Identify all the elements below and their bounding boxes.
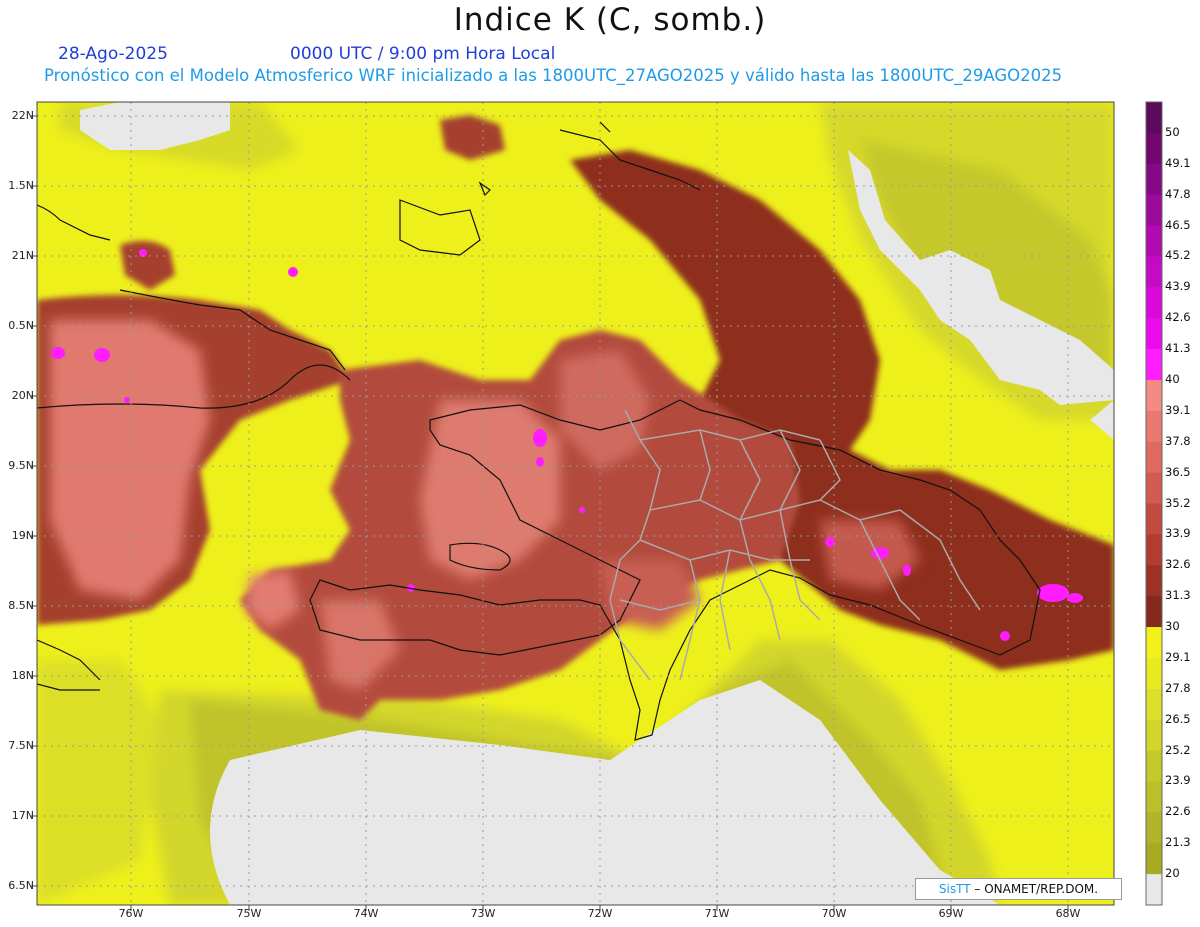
colorbar-swatch: [1146, 843, 1162, 875]
colorbar-tick-label: 29.1: [1165, 649, 1191, 664]
lat-label: 21N: [11, 249, 34, 262]
colorbar-tick-label: 37.8: [1165, 433, 1191, 448]
colorbar-swatch: [1146, 657, 1162, 690]
lon-label: 69W: [938, 907, 964, 920]
colorbar-tick-label: 49.1: [1165, 155, 1191, 170]
colorbar-swatch: [1146, 688, 1162, 721]
colorbar-tick-label: 43.9: [1165, 279, 1191, 294]
colorbar-tick-label: 21.3: [1165, 835, 1191, 850]
lat-label: 17N: [11, 809, 34, 822]
colorbar-swatch: [1146, 596, 1162, 628]
lon-label: 74W: [353, 907, 379, 920]
colorbar-tick-label: 41.3: [1165, 341, 1191, 356]
colorbar-swatch: [1146, 102, 1162, 134]
lat-label: 0.5N: [8, 319, 34, 332]
colorbar-tick-label: 22.6: [1165, 804, 1191, 819]
colorbar-swatch: [1146, 441, 1162, 474]
colorbar-swatch: [1146, 379, 1162, 412]
lon-label: 71W: [704, 907, 730, 920]
colorbar-tick-label: 20: [1165, 866, 1180, 881]
colorbar-swatch: [1146, 225, 1162, 257]
lat-label: 20N: [11, 389, 34, 402]
lon-label: 75W: [236, 907, 262, 920]
colorbar-swatch: [1146, 503, 1162, 535]
credit-brand: SisTT: [938, 882, 971, 896]
colorbar-swatch: [1146, 132, 1162, 165]
lat-label: 22N: [11, 109, 34, 122]
lon-label: 72W: [587, 907, 613, 920]
lat-label: 1.5N: [8, 179, 34, 192]
colorbar-tick-label: 50: [1165, 124, 1180, 139]
colorbar-swatch: [1146, 781, 1162, 813]
colorbar-tick-label: 26.5: [1165, 711, 1191, 726]
colorbar-tick-label: 25.2: [1165, 742, 1191, 757]
credit-org: – ONAMET/REP.DOM.: [970, 882, 1099, 896]
colorbar-swatch: [1146, 163, 1162, 196]
colorbar-swatch: [1146, 287, 1162, 319]
colorbar-tick-label: 36.5: [1165, 464, 1191, 479]
colorbar-swatch: [1146, 256, 1162, 288]
colorbar-swatch: [1146, 410, 1162, 443]
colorbar-swatch: [1146, 349, 1162, 381]
colorbar-swatch: [1146, 534, 1162, 566]
map-plot-area: [37, 102, 1114, 905]
colorbar-swatch: [1146, 750, 1162, 782]
k-index-map: [31, 101, 1163, 911]
colorbar-tick-label: 32.6: [1165, 557, 1191, 572]
colorbar-swatch: [1146, 194, 1162, 227]
colorbar-tick-label: 33.9: [1165, 526, 1191, 541]
colorbar-tick-label: 46.5: [1165, 217, 1191, 232]
lat-label: 6.5N: [8, 879, 34, 892]
colorbar-tick-label: 40: [1165, 371, 1180, 386]
colorbar-tick-label: 35.2: [1165, 495, 1191, 510]
colorbar-swatch: [1146, 812, 1162, 844]
lat-label: 7.5N: [8, 739, 34, 752]
colorbar-swatch: [1146, 565, 1162, 597]
colorbar-swatch: [1146, 472, 1162, 504]
lon-label: 76W: [118, 907, 144, 920]
lat-label: 9.5N: [8, 459, 34, 472]
lat-label: 19N: [11, 529, 34, 542]
colorbar-tick-label: 39.1: [1165, 402, 1191, 417]
lat-label: 18N: [11, 669, 34, 682]
colorbar-swatch: [1146, 874, 1162, 906]
colorbar-swatch: [1146, 719, 1162, 752]
colorbar-tick-label: 45.2: [1165, 248, 1191, 263]
lon-label: 73W: [470, 907, 496, 920]
colorbar-swatch: [1146, 627, 1162, 659]
colorbar-tick-label: 23.9: [1165, 773, 1191, 788]
colorbar: [1145, 101, 1163, 906]
colorbar-swatch: [1146, 318, 1162, 350]
colorbar-tick-label: 31.3: [1165, 588, 1191, 603]
colorbar-tick-label: 27.8: [1165, 680, 1191, 695]
colorbar-tick-label: 47.8: [1165, 186, 1191, 201]
lon-label: 68W: [1055, 907, 1081, 920]
colorbar-tick-label: 42.6: [1165, 310, 1191, 325]
credit-box: SisTT – ONAMET/REP.DOM.: [915, 878, 1122, 900]
lat-label: 8.5N: [8, 599, 34, 612]
colorbar-tick-label: 30: [1165, 619, 1180, 634]
lon-label: 70W: [821, 907, 847, 920]
